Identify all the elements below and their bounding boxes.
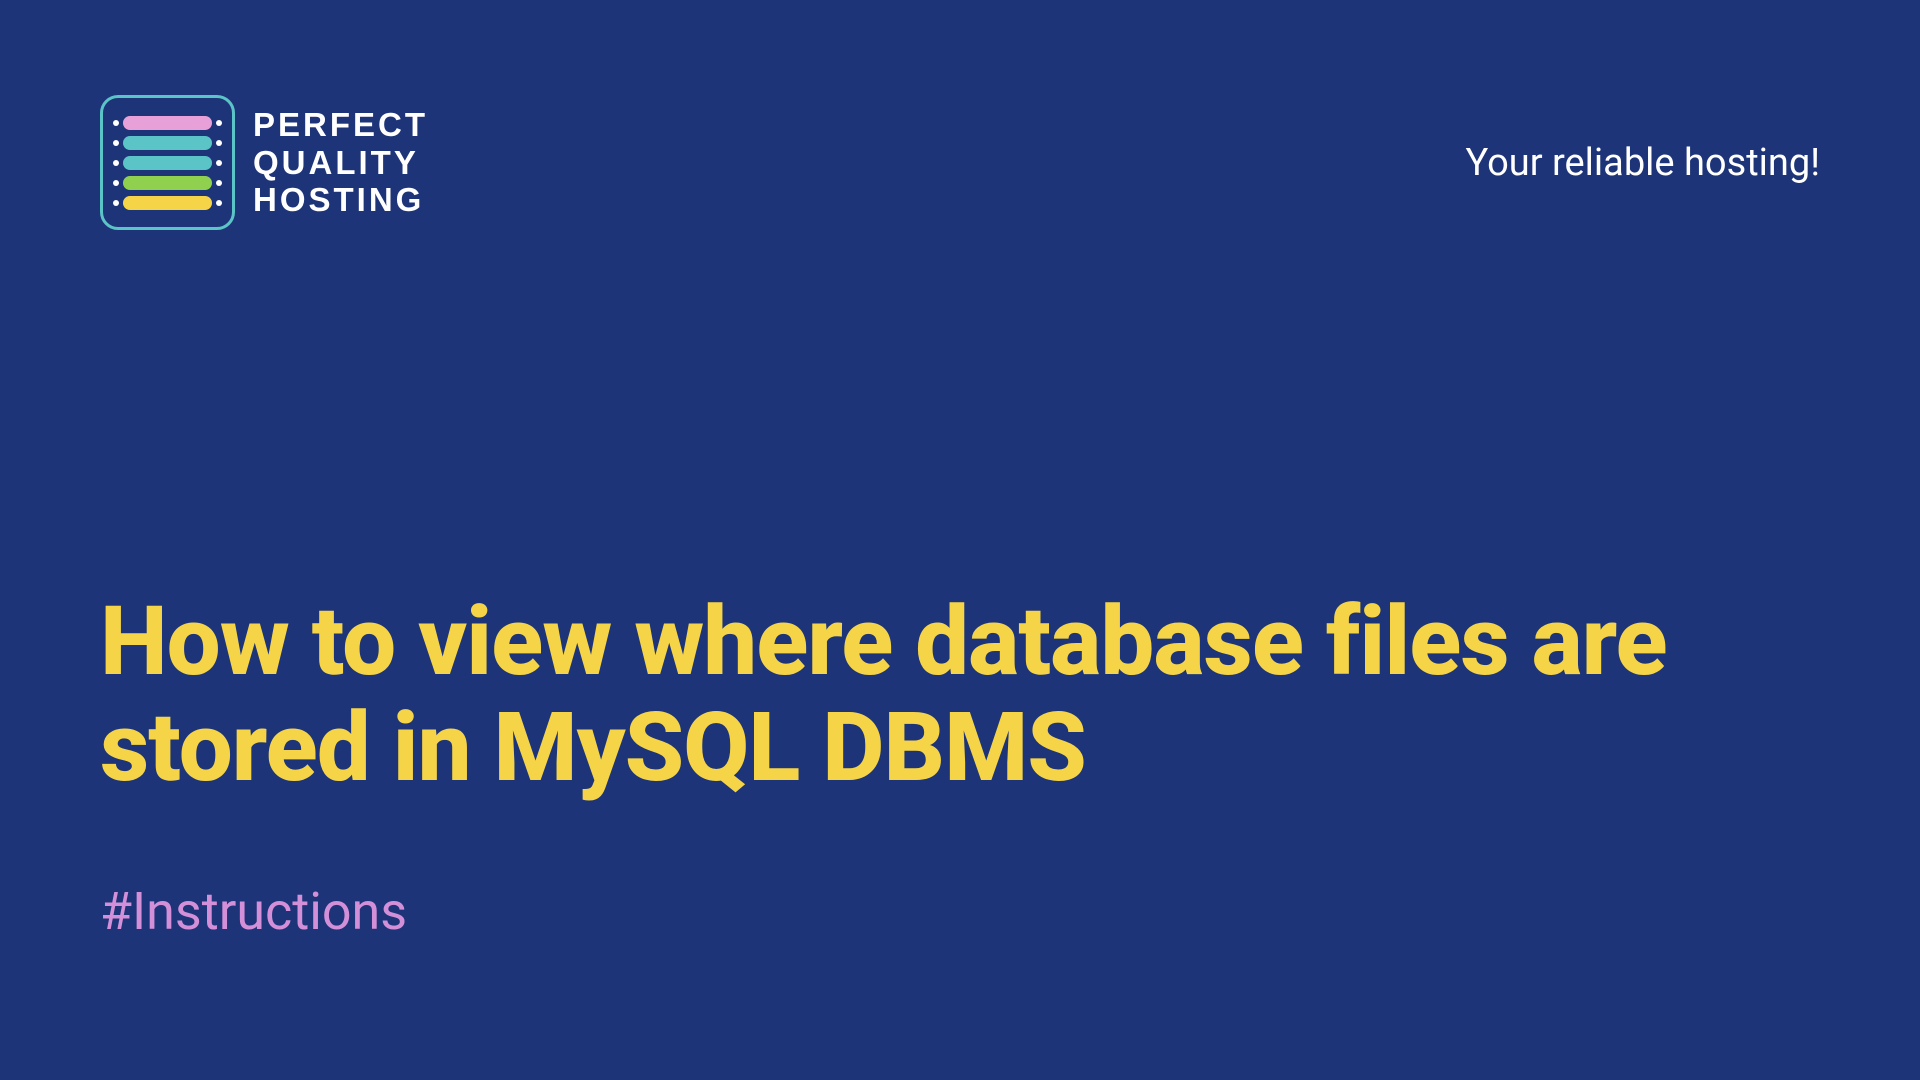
page-title: How to view where database files are sto… xyxy=(100,590,1820,801)
logo-line-3: HOSTING xyxy=(253,181,428,219)
logo-line-2: QUALITY xyxy=(253,144,428,182)
logo-text: PERFECT QUALITY HOSTING xyxy=(253,106,428,220)
logo-line-1: PERFECT xyxy=(253,106,428,144)
hashtag: #Instructions xyxy=(100,881,1820,942)
logo: PERFECT QUALITY HOSTING xyxy=(100,95,428,230)
header: PERFECT QUALITY HOSTING Your reliable ho… xyxy=(100,95,1820,230)
logo-icon xyxy=(100,95,235,230)
tagline: Your reliable hosting! xyxy=(1465,141,1820,185)
content: How to view where database files are sto… xyxy=(100,590,1820,942)
